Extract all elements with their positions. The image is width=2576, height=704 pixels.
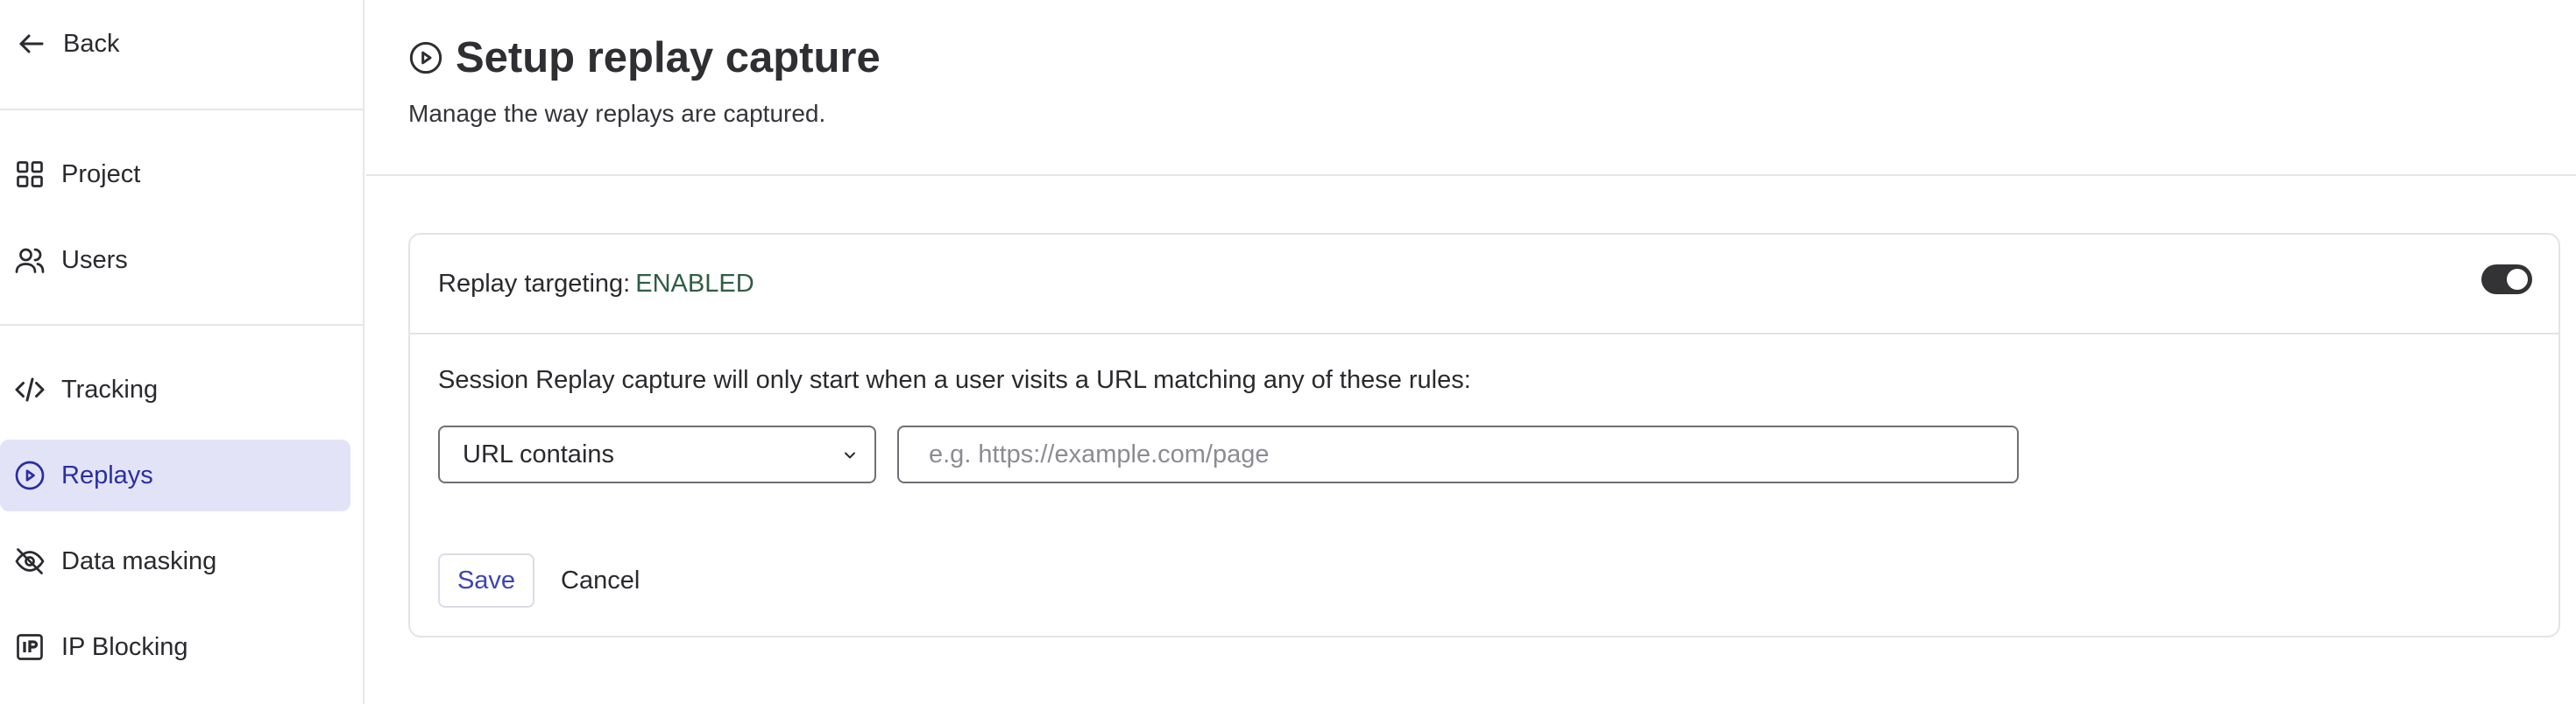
sidebar-item-label: IP Blocking <box>61 632 188 661</box>
targeting-toggle[interactable] <box>2481 264 2532 294</box>
app-root: Back Project Users Tracking Replays Data… <box>0 0 2576 704</box>
sidebar-item-users[interactable]: Users <box>0 224 350 296</box>
toggle-knob <box>2507 269 2528 290</box>
save-button[interactable]: Save <box>438 553 534 608</box>
back-button[interactable]: Back <box>0 0 363 88</box>
sidebar-item-ip-blocking[interactable]: IP Blocking <box>0 611 350 683</box>
code-icon <box>12 372 47 407</box>
ip-icon <box>12 630 47 665</box>
sidebar-divider <box>0 324 363 326</box>
sidebar-item-tracking[interactable]: Tracking <box>0 354 350 426</box>
sidebar-divider <box>0 109 363 110</box>
card-header: Replay targeting: ENABLED <box>410 235 2558 334</box>
page-subtitle: Manage the way replays are captured. <box>408 100 826 127</box>
chevron-down-icon <box>845 452 855 459</box>
sidebar-item-replays[interactable]: Replays <box>0 440 350 511</box>
cancel-button[interactable]: Cancel <box>550 553 650 608</box>
back-label: Back <box>63 29 120 58</box>
sidebar-item-label: Project <box>61 159 141 188</box>
sidebar-item-data-masking[interactable]: Data masking <box>0 525 350 597</box>
sidebar-item-label: Replays <box>61 461 153 489</box>
targeting-status: ENABLED <box>635 269 754 298</box>
grid-icon <box>12 157 47 192</box>
page-header: Setup replay capture <box>408 32 881 84</box>
arrow-left-icon <box>14 26 49 61</box>
page-title: Setup replay capture <box>456 34 881 81</box>
condition-select[interactable]: URL contains <box>438 426 876 483</box>
play-circle-icon <box>408 40 443 75</box>
sidebar-item-project[interactable]: Project <box>0 138 350 210</box>
eye-off-icon <box>12 544 47 579</box>
rule-description: Session Replay capture will only start w… <box>438 366 1471 394</box>
sidebar-item-label: Data masking <box>61 546 217 575</box>
play-circle-icon <box>12 458 47 493</box>
replay-targeting-card: Replay targeting: ENABLED Session Replay… <box>408 233 2560 637</box>
sidebar-item-label: Tracking <box>61 375 159 404</box>
url-input[interactable] <box>897 426 2019 483</box>
users-icon <box>12 243 47 278</box>
targeting-label: Replay targeting: <box>438 269 631 298</box>
sidebar-item-label: Users <box>61 245 128 274</box>
sidebar: Back Project Users Tracking Replays Data… <box>0 0 364 704</box>
condition-select-value: URL contains <box>463 440 615 468</box>
header-divider <box>366 174 2576 176</box>
